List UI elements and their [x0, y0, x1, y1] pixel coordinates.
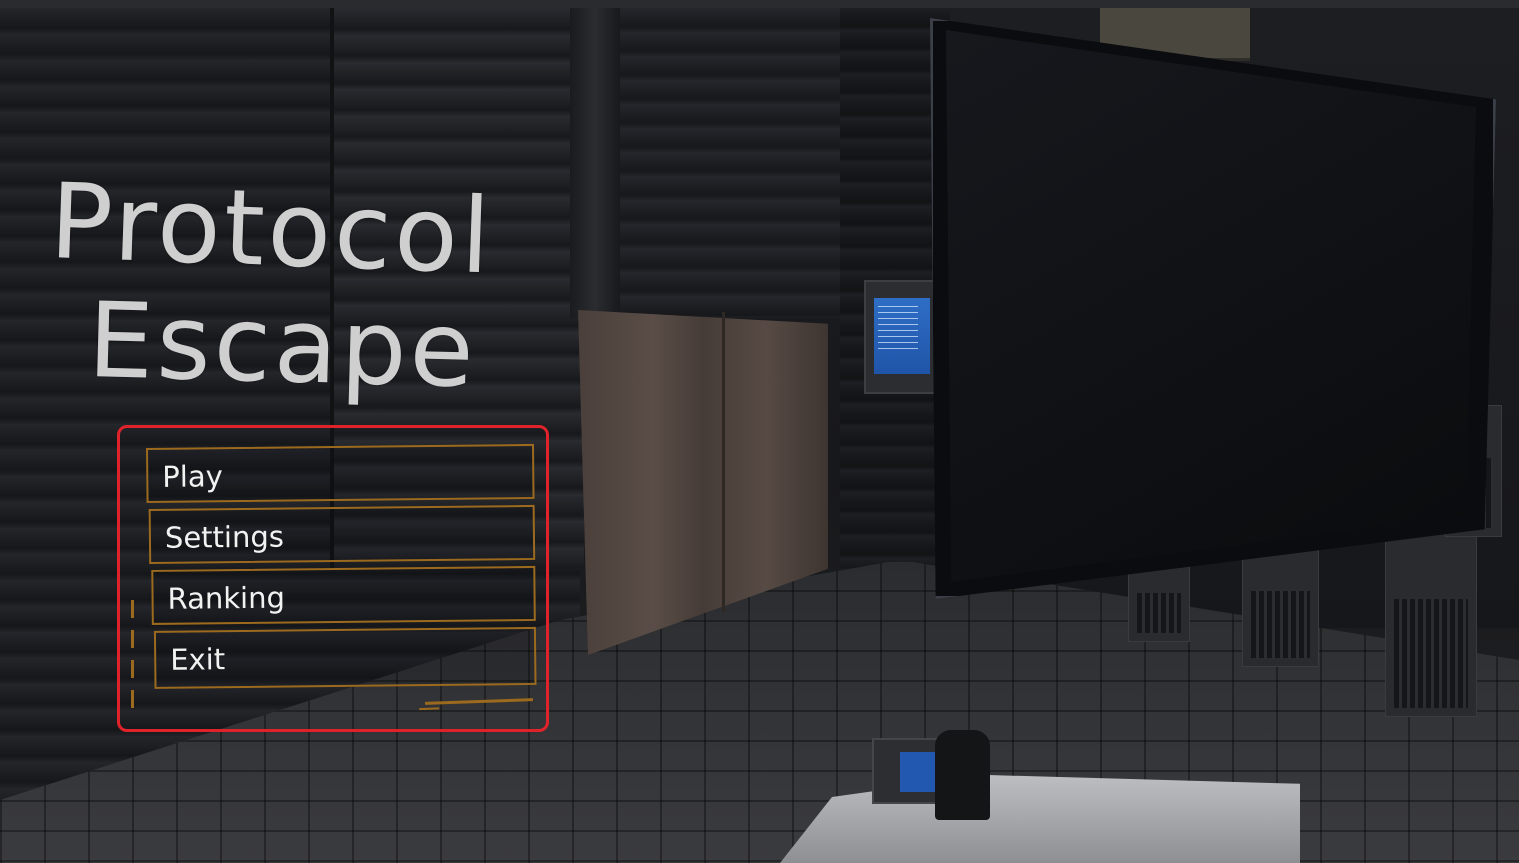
desk-chair [935, 730, 990, 820]
game-title-line-2: Escape [86, 278, 479, 411]
game-scene: Protocol Escape Play Settings Ranking Ex… [0, 0, 1519, 863]
ribbed-wall-middle [600, 8, 840, 318]
server-rack [1242, 540, 1319, 667]
desk-terminal-screen [900, 752, 938, 792]
terminal-screen [874, 298, 930, 374]
server-rack [1385, 520, 1477, 717]
game-title: Protocol Escape [47, 159, 580, 411]
ceiling-strip [0, 0, 1519, 8]
menu-highlight-box [117, 425, 549, 732]
large-display-panel [946, 30, 1476, 582]
cabinet-seam [722, 312, 725, 612]
game-title-line-1: Protocol [47, 159, 495, 298]
